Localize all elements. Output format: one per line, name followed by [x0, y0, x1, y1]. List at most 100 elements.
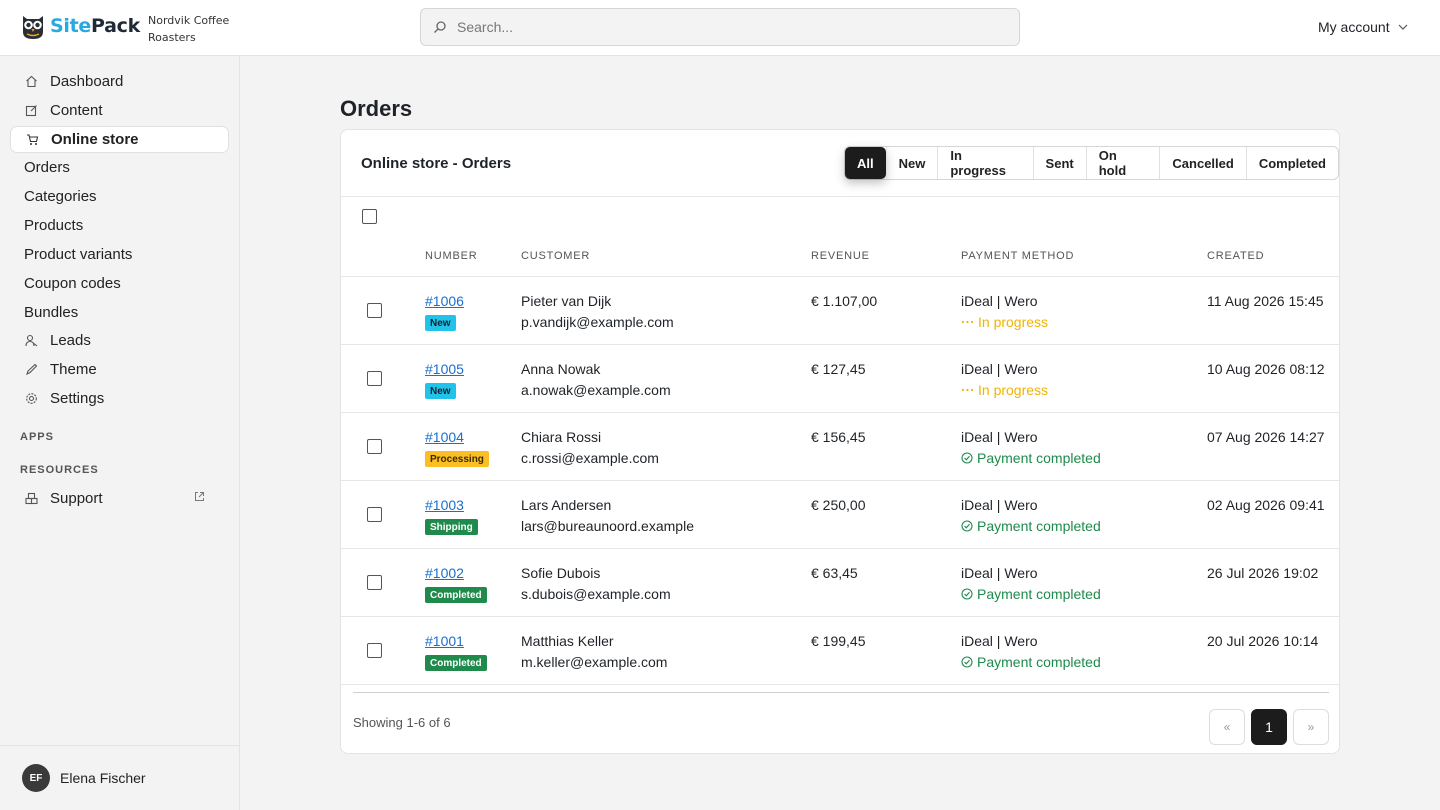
filter-cancelled[interactable]: Cancelled	[1159, 147, 1245, 179]
filter-in-progress[interactable]: In progress	[937, 147, 1032, 179]
column-header-payment-method[interactable]: PAYMENT METHOD	[961, 250, 1074, 262]
order-number-link[interactable]: #1003	[425, 497, 464, 513]
check-circle-icon	[961, 656, 973, 668]
payment-status: Payment completed	[961, 654, 1101, 670]
table-row[interactable]: #1006 New Pieter van Dijk p.vandijk@example…	[341, 277, 1339, 345]
order-number-link[interactable]: #1002	[425, 565, 464, 581]
gear-icon	[24, 392, 38, 406]
sidebar-subitem-orders[interactable]: Orders	[24, 159, 70, 176]
order-revenue: € 250,00	[811, 497, 866, 513]
order-revenue: € 127,45	[811, 361, 866, 377]
sidebar-subitem-products[interactable]: Products	[24, 217, 83, 234]
sidebar-item-label: Support	[50, 490, 103, 507]
filter-on-hold[interactable]: On hold	[1085, 147, 1160, 179]
brand-logo[interactable]: SitePack	[20, 12, 140, 40]
order-created: 20 Jul 2026 10:14	[1207, 633, 1319, 649]
column-header-number[interactable]: NUMBER	[425, 250, 477, 262]
ellipsis-icon	[961, 320, 974, 324]
pagination-prev-button[interactable]: «	[1209, 709, 1245, 745]
payment-method: iDeal | Wero	[961, 361, 1038, 377]
top-bar: SitePack Nordvik Coffee Roasters My acco…	[0, 0, 1440, 56]
order-created: 11 Aug 2026 15:45	[1207, 293, 1324, 309]
table-row[interactable]: #1004 Processing Chiara Rossi c.rossi@examp…	[341, 413, 1339, 481]
sidebar-subitem-bundles[interactable]: Bundles	[24, 304, 78, 321]
payment-status-label: In progress	[978, 314, 1049, 330]
sidebar-item-support[interactable]: Support	[10, 485, 229, 512]
customer-name: Matthias Keller	[521, 633, 614, 649]
card-title: Online store - Orders	[361, 155, 512, 172]
sidebar-item-theme[interactable]: Theme	[10, 356, 229, 383]
sidebar-item-label: Theme	[50, 361, 97, 378]
row-checkbox[interactable]	[367, 575, 382, 590]
status-badge: Completed	[425, 655, 487, 671]
row-checkbox[interactable]	[367, 643, 382, 658]
sidebar-item-dashboard[interactable]: Dashboard	[10, 68, 229, 95]
payment-status-label: Payment completed	[977, 518, 1101, 534]
column-header-revenue[interactable]: REVENUE	[811, 250, 870, 262]
account-menu[interactable]: My account	[1318, 19, 1408, 35]
filter-completed[interactable]: Completed	[1245, 147, 1338, 179]
order-number-link[interactable]: #1006	[425, 293, 464, 309]
section-resources: RESOURCES	[20, 464, 99, 476]
pagination-page-1[interactable]: 1	[1251, 709, 1287, 745]
pagination-summary: Showing 1-6 of 6	[353, 715, 451, 730]
search-box[interactable]	[420, 8, 1020, 46]
pagination-next-button[interactable]: »	[1293, 709, 1329, 745]
order-number-link[interactable]: #1004	[425, 429, 464, 445]
table-row[interactable]: #1005 New Anna Nowak a.nowak@example.com € 1…	[341, 345, 1339, 413]
payment-status: Payment completed	[961, 450, 1101, 466]
filter-all[interactable]: All	[845, 147, 886, 179]
search-icon	[434, 21, 446, 33]
payment-status-label: Payment completed	[977, 586, 1101, 602]
order-number-link[interactable]: #1005	[425, 361, 464, 377]
customer-name: Sofie Dubois	[521, 565, 601, 581]
filter-sent[interactable]: Sent	[1032, 147, 1086, 179]
select-all-checkbox[interactable]	[362, 209, 377, 224]
order-number-link[interactable]: #1001	[425, 633, 464, 649]
external-link-icon	[195, 492, 204, 501]
ellipsis-icon	[961, 388, 974, 392]
check-circle-icon	[961, 452, 973, 464]
table-row[interactable]: #1001 Completed Matthias Keller m.keller@ex…	[341, 617, 1339, 685]
customer-email: c.rossi@example.com	[521, 450, 659, 466]
sidebar-item-settings[interactable]: Settings	[10, 385, 229, 412]
sidebar-subitem-product-variants[interactable]: Product variants	[24, 246, 132, 263]
sidebar-subitem-coupon-codes[interactable]: Coupon codes	[24, 275, 121, 292]
sidebar-item-online-store[interactable]: Online store	[10, 126, 229, 153]
check-circle-icon	[961, 588, 973, 600]
row-divider	[341, 684, 1339, 685]
row-checkbox[interactable]	[367, 439, 382, 454]
order-revenue: € 1.107,00	[811, 293, 878, 309]
sidebar-item-label: Leads	[50, 332, 91, 349]
table-row[interactable]: #1003 Shipping Lars Andersen lars@bureaunoo…	[341, 481, 1339, 549]
order-revenue: € 199,45	[811, 633, 866, 649]
row-checkbox[interactable]	[367, 371, 382, 386]
user-name: Elena Fischer	[60, 770, 146, 786]
row-checkbox[interactable]	[367, 303, 382, 318]
status-badge: New	[425, 383, 456, 399]
sidebar-item-leads[interactable]: Leads	[10, 327, 229, 354]
sidebar-item-content[interactable]: Content	[10, 97, 229, 124]
sidebar-item-label: Dashboard	[50, 73, 124, 90]
column-header-created[interactable]: CREATED	[1207, 250, 1264, 262]
user-profile[interactable]: EF Elena Fischer	[0, 745, 239, 810]
sidebar: Dashboard Content Online store Orders Ca…	[0, 56, 240, 810]
payment-method: iDeal | Wero	[961, 293, 1038, 309]
search-input[interactable]	[457, 9, 1007, 45]
orders-card: Online store - Orders All New In progres…	[340, 129, 1340, 754]
site-name: Nordvik Coffee Roasters	[148, 14, 230, 44]
payment-status: In progress	[961, 314, 1048, 330]
column-header-customer[interactable]: CUSTOMER	[521, 250, 590, 262]
cart-icon	[25, 133, 39, 147]
payment-status-label: In progress	[978, 382, 1049, 398]
payment-status-label: Payment completed	[977, 654, 1101, 670]
edit-icon	[24, 104, 38, 118]
customer-email: p.vandijk@example.com	[521, 314, 674, 330]
support-icon	[24, 492, 38, 506]
filter-new[interactable]: New	[885, 147, 938, 179]
sidebar-subitem-categories[interactable]: Categories	[24, 188, 97, 205]
table-row[interactable]: #1002 Completed Sofie Dubois s.dubois@examp…	[341, 549, 1339, 617]
footer-divider	[353, 692, 1329, 693]
order-revenue: € 156,45	[811, 429, 866, 445]
row-checkbox[interactable]	[367, 507, 382, 522]
